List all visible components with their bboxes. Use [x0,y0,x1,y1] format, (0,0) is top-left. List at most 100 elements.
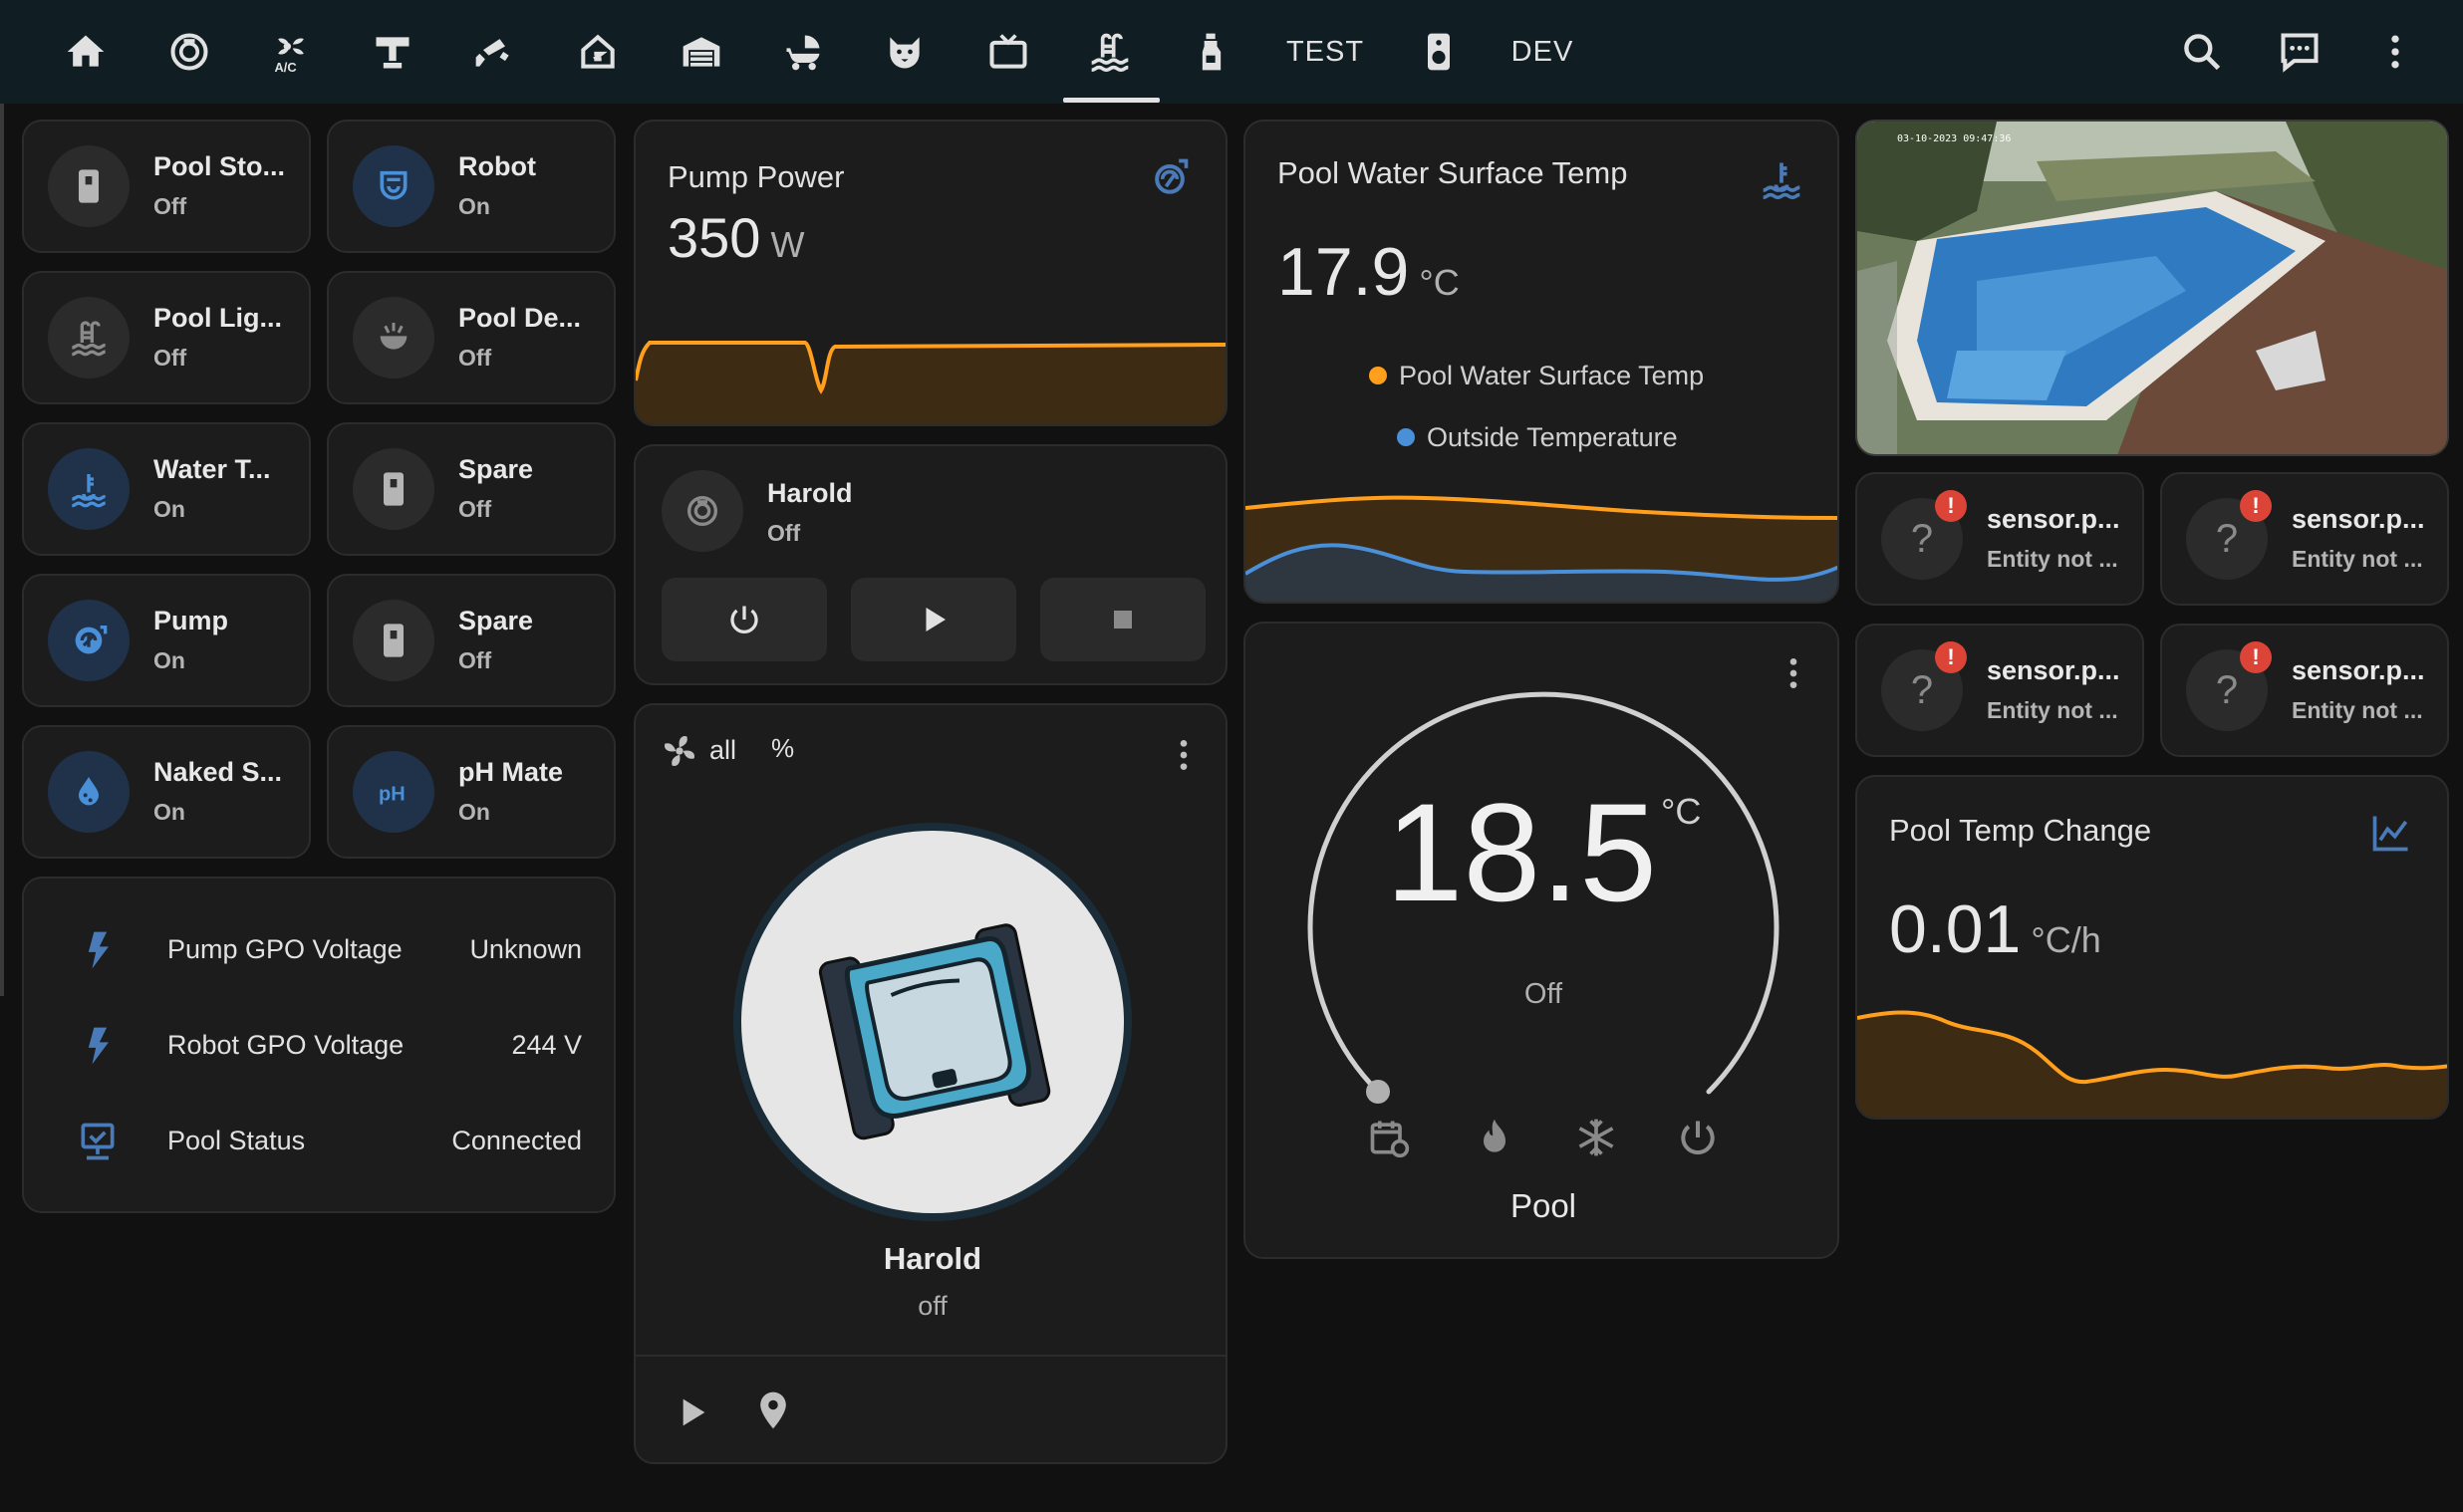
water-temp-card[interactable]: Pool Water Surface Temp 17.9 °C Pool Wate… [1243,120,1839,604]
tile-water-temp[interactable]: Water T... On [22,422,311,556]
speaker-icon [1428,33,1450,71]
air-conditioner-icon: A/C [275,38,304,74]
outlet-icon [384,624,404,657]
tab-nursery[interactable] [773,0,833,104]
tile-pool-deco[interactable]: Pool De... Off [327,271,616,404]
temp-change-card[interactable]: Pool Temp Change 0.01 °C/h [1855,775,2449,1120]
entity-name: Pool Status [167,1126,306,1155]
dial-handle[interactable] [1366,1080,1390,1104]
tab-pool[interactable] [1080,0,1140,104]
robot-vacuum-icon [380,170,408,200]
tile-name: Water T... [153,454,271,484]
legend-outside-temp[interactable]: Outside Temperature [1397,422,1678,453]
tab-home[interactable] [56,0,116,104]
desk-lamp-icon [376,37,410,69]
tile-icon-badge[interactable] [48,145,130,227]
tile-naked-s[interactable]: Naked S... On [22,725,311,859]
pool-icon [1091,33,1129,73]
entity-row-pool-status[interactable]: Pool Status Connected [24,1114,614,1173]
alert-badge-icon: ! [2240,490,2272,522]
television-icon [989,34,1027,69]
tile-state: On [153,496,185,522]
cctv-icon [475,39,509,67]
tile-pool-light[interactable]: Pool Lig... Off [22,271,311,404]
tab-lamp[interactable] [363,0,422,104]
tab-air-conditioning[interactable]: A/C [261,0,321,104]
snowflake-icon[interactable] [1574,1116,1618,1159]
tile-pool-storage[interactable]: Pool Sto... Off [22,120,311,253]
legend-water-temp[interactable]: Pool Water Surface Temp [1369,361,1704,391]
tile-icon-badge[interactable] [48,751,130,833]
tile-icon-badge[interactable] [353,297,434,378]
tile-icon-badge[interactable]: pH [353,751,434,833]
menu-dots-icon[interactable] [1164,735,1204,775]
play-icon[interactable] [672,1392,711,1432]
tile-spare-2[interactable]: Spare Off [327,574,616,707]
tab-speaker[interactable] [1409,0,1469,104]
harold-play-button[interactable] [851,578,1016,661]
pump-icon [75,626,108,654]
tile-icon-badge[interactable] [48,448,130,530]
tab-home-floor[interactable] [568,0,628,104]
water-temp-title: Pool Water Surface Temp [1277,155,1628,190]
tab-dev[interactable]: DEV [1506,0,1578,104]
tile-name: pH Mate [458,757,564,787]
unknown-sensor-card[interactable]: ? ! sensor.p... Entity not ... [2160,624,2449,757]
unknown-sensor-card[interactable]: ? ! sensor.p... Entity not ... [2160,472,2449,606]
harold-stop-button[interactable] [1040,578,1206,661]
calendar-sync-icon[interactable] [1367,1116,1411,1159]
sidebar-edge [0,104,4,996]
fan-speed-label[interactable]: all [709,735,736,766]
sensor-state: Entity not ... [1987,546,2118,572]
robot-vacuum-icon [687,496,717,526]
tile-icon-badge[interactable] [353,145,434,227]
tab-television[interactable] [978,0,1038,104]
overflow-menu-button[interactable] [2365,0,2425,104]
tab-cat[interactable] [875,0,935,104]
tab-test-label: TEST [1285,35,1365,68]
home-floor-icon [581,34,615,69]
tile-robot[interactable]: Robot On [327,120,616,253]
tab-robot-vacuum[interactable] [159,0,219,104]
alert-badge-icon: ! [1935,641,1967,673]
fire-icon[interactable] [1473,1116,1516,1159]
tile-ph-mate[interactable]: pH pH Mate On [327,725,616,859]
tab-dev-label: DEV [1510,35,1574,68]
camera-feed[interactable]: 03-10-2023 09:47:36 [1855,120,2449,456]
alert-badge-icon: ! [2240,641,2272,673]
entity-name: Robot GPO Voltage [167,1030,405,1060]
entity-row-pump-voltage[interactable]: Pump GPO Voltage Unknown [24,922,614,982]
tile-icon-badge[interactable] [353,448,434,530]
pump-power-unit: W [770,224,805,265]
tile-pump[interactable]: Pump On [22,574,311,707]
tab-cctv[interactable] [464,0,524,104]
fan-speed-icon[interactable] [658,729,701,773]
garage-icon [683,37,720,67]
harold-power-button[interactable] [662,578,827,661]
unknown-sensor-card[interactable]: ? ! sensor.p... Entity not ... [1855,472,2144,606]
pump-power-number: 350 [668,206,761,269]
outlet-icon [79,169,99,203]
pump-power-card[interactable]: Pump Power 350 W [634,120,1228,426]
tab-cleaning[interactable] [1182,0,1241,104]
assist-button[interactable] [2270,0,2329,104]
active-tab-indicator [1063,98,1160,103]
tile-icon-badge[interactable] [48,297,130,378]
entity-value: 244 V [511,1030,582,1060]
sensor-name: sensor.p... [1987,504,2120,534]
tile-spare-1[interactable]: Spare Off [327,422,616,556]
sensor-name: sensor.p... [1987,655,2120,685]
tile-icon-badge[interactable] [353,600,434,681]
entity-row-robot-voltage[interactable]: Robot GPO Voltage 244 V [24,1018,614,1078]
tab-garage[interactable] [672,0,731,104]
tile-icon-badge[interactable] [48,600,130,681]
harold-icon-badge[interactable] [662,470,743,552]
tab-test[interactable]: TEST [1285,0,1365,104]
tile-state: Off [458,496,492,522]
thermostat-card: 18.5 °C Off Pool [1243,622,1839,1259]
search-button[interactable] [2172,0,2232,104]
locate-icon[interactable] [751,1388,795,1432]
unknown-sensor-card[interactable]: ? ! sensor.p... Entity not ... [1855,624,2144,757]
pump-power-value: 350 W [668,205,804,270]
power-icon[interactable] [1676,1116,1720,1159]
